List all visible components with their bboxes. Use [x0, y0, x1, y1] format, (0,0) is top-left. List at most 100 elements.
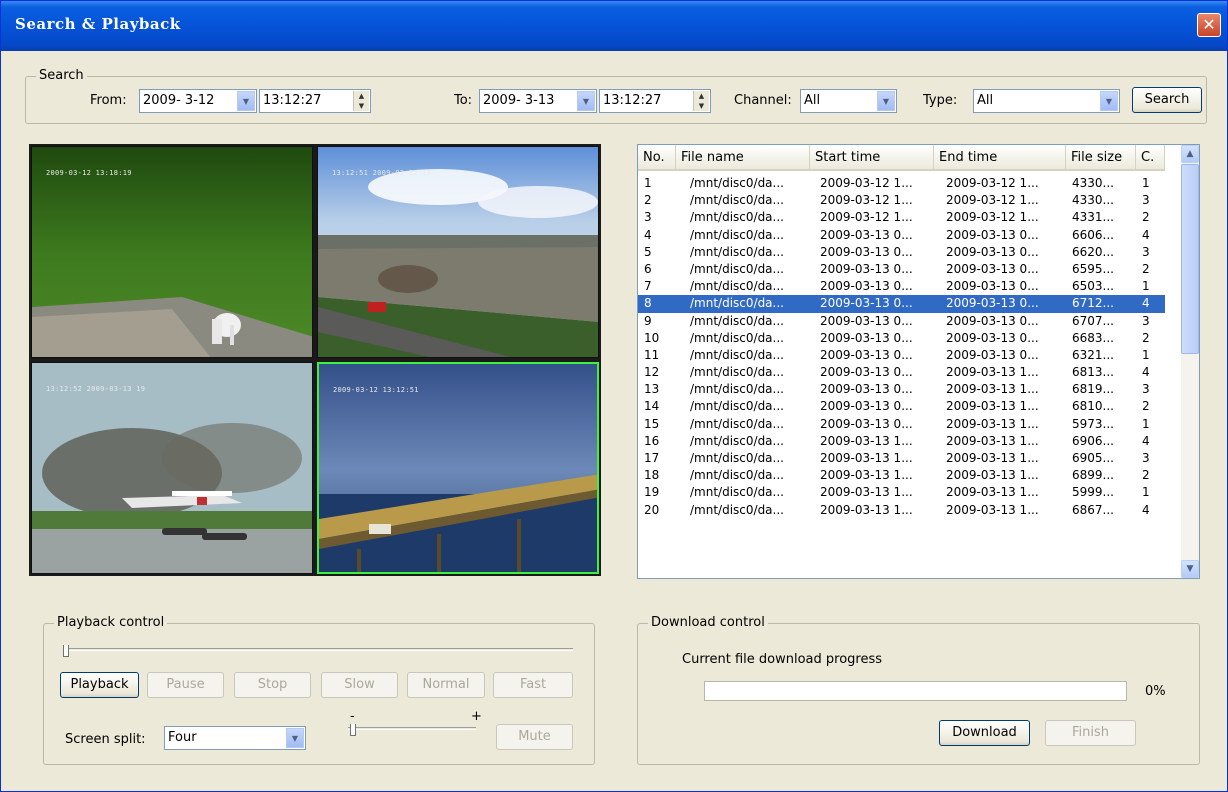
- table-cell: 6899...: [1072, 468, 1114, 483]
- table-cell: /mnt/disc0/da...: [690, 399, 784, 414]
- channel-select[interactable]: All ▼: [800, 89, 897, 113]
- fast-button[interactable]: Fast: [493, 672, 573, 698]
- table-row[interactable]: 9/mnt/disc0/da... 2009-03-13 0... 2009-03-…: [638, 313, 1165, 330]
- title-bar[interactable]: Search & Playback ✕: [1, 1, 1227, 51]
- table-row[interactable]: 20/mnt/disc0/da... 2009-03-13 1... 2009-03…: [638, 502, 1165, 519]
- video-preview-grid[interactable]: 2009-03-12 13:18:19 13:12:51 2009-03-12 …: [29, 144, 601, 576]
- table-row[interactable]: 5/mnt/disc0/da... 2009-03-13 0... 2009-03-…: [638, 244, 1165, 261]
- table-row[interactable]: 15/mnt/disc0/da... 2009-03-13 0... 2009-03…: [638, 416, 1165, 433]
- playback-button[interactable]: Playback: [60, 672, 139, 698]
- table-cell: /mnt/disc0/da...: [690, 313, 784, 328]
- video-tile-4[interactable]: 2009-03-12 13:12:51: [317, 362, 599, 574]
- chevron-down-icon[interactable]: ▼: [1181, 560, 1199, 578]
- table-cell: /mnt/disc0/da...: [690, 451, 784, 465]
- table-cell: 4: [1142, 227, 1150, 242]
- chevron-down-icon[interactable]: ▼: [286, 728, 304, 748]
- column-start-time[interactable]: Start time: [810, 145, 934, 171]
- table-row[interactable]: 7/mnt/disc0/da... 2009-03-13 0... 2009-03-…: [638, 278, 1165, 295]
- table-cell: 2009-03-13 0...: [820, 330, 913, 345]
- video-tile-3[interactable]: 13:12:52 2009-03-13 19: [31, 362, 313, 574]
- normal-button[interactable]: Normal: [407, 672, 485, 698]
- to-date-picker[interactable]: 2009- 3-13 ▼: [479, 89, 597, 113]
- table-row[interactable]: 14/mnt/disc0/da... 2009-03-13 0... 2009-03…: [638, 398, 1165, 415]
- column-channel[interactable]: C.: [1136, 145, 1165, 171]
- mute-button[interactable]: Mute: [496, 724, 573, 750]
- file-list-scrollbar[interactable]: ▲ ▼: [1181, 145, 1199, 578]
- table-row[interactable]: 1/mnt/disc0/da... 2009-03-12 1... 2009-03-…: [638, 175, 1165, 192]
- to-time-spin-buttons[interactable]: ▲ ▼: [693, 91, 709, 111]
- table-row[interactable]: 12/mnt/disc0/da... 2009-03-13 0... 2009-03…: [638, 364, 1165, 381]
- chevron-down-icon[interactable]: ▼: [877, 91, 895, 111]
- search-button[interactable]: Search: [1132, 87, 1202, 113]
- table-cell: 4: [1142, 296, 1150, 311]
- file-list[interactable]: No. File name Start time End time File s…: [637, 144, 1200, 579]
- table-row[interactable]: 10/mnt/disc0/da... 2009-03-13 0... 2009-03…: [638, 330, 1165, 347]
- table-row[interactable]: 3/mnt/disc0/da... 2009-03-12 1... 2009-03-…: [638, 209, 1165, 226]
- slow-button[interactable]: Slow: [321, 672, 398, 698]
- table-cell: 2009-03-13 1...: [946, 416, 1039, 431]
- table-row[interactable]: 2/mnt/disc0/da... 2009-03-12 1... 2009-03-…: [638, 192, 1165, 209]
- screen-split-select[interactable]: Four ▼: [164, 726, 306, 750]
- table-row[interactable]: 11/mnt/disc0/da... 2009-03-13 0... 2009-03…: [638, 347, 1165, 364]
- table-cell: 2009-03-13 0...: [946, 313, 1039, 328]
- to-time-spinner[interactable]: 13:12:27 ▲ ▼: [599, 89, 711, 113]
- table-row[interactable]: 8/mnt/disc0/da... 2009-03-13 0... 2009-03-…: [638, 295, 1165, 313]
- volume-plus-label: +: [471, 709, 482, 724]
- table-cell: 2009-03-13 0...: [946, 330, 1039, 345]
- table-row[interactable]: 16/mnt/disc0/da... 2009-03-13 1... 2009-03…: [638, 433, 1165, 450]
- table-row[interactable]: 19/mnt/disc0/da... 2009-03-13 1... 2009-03…: [638, 484, 1165, 501]
- table-cell: 2009-03-13 0...: [820, 416, 913, 431]
- video-tile-2[interactable]: 13:12:51 2009-03-12 19: [317, 146, 599, 358]
- from-time-spin-buttons[interactable]: ▲ ▼: [353, 91, 369, 111]
- table-row[interactable]: 18/mnt/disc0/da... 2009-03-13 1... 2009-03…: [638, 467, 1165, 484]
- table-cell: /mnt/disc0/da...: [690, 502, 784, 517]
- table-cell: /mnt/disc0/da...: [690, 330, 784, 345]
- table-row[interactable]: 17/mnt/disc0/da... 2009-03-13 1... 2009-03…: [638, 450, 1165, 467]
- chevron-down-icon[interactable]: ▼: [577, 91, 595, 111]
- table-cell: 2009-03-13 0...: [946, 261, 1039, 276]
- volume-track[interactable]: [348, 727, 476, 730]
- playback-position-thumb[interactable]: [63, 645, 69, 657]
- search-legend: Search: [36, 68, 87, 83]
- table-row[interactable]: 13/mnt/disc0/da... 2009-03-13 0... 2009-03…: [638, 381, 1165, 398]
- table-cell: 14: [644, 399, 660, 414]
- table-cell: /mnt/disc0/da...: [690, 296, 784, 311]
- download-button[interactable]: Download: [939, 720, 1030, 746]
- playback-position-track[interactable]: [63, 648, 573, 651]
- table-cell: /mnt/disc0/da...: [690, 433, 784, 448]
- chevron-down-icon[interactable]: ▼: [237, 91, 255, 111]
- finish-button[interactable]: Finish: [1045, 720, 1136, 746]
- tile-2-timestamp: 13:12:51 2009-03-12 19: [332, 169, 432, 177]
- table-cell: /mnt/disc0/da...: [690, 382, 784, 397]
- column-end-time[interactable]: End time: [934, 145, 1066, 171]
- table-row[interactable]: 6/mnt/disc0/da... 2009-03-13 0... 2009-03-…: [638, 261, 1165, 278]
- from-time-spinner[interactable]: 13:12:27 ▲ ▼: [259, 89, 371, 113]
- table-cell: 6: [644, 261, 652, 276]
- from-date-picker[interactable]: 2009- 3-12 ▼: [139, 89, 257, 113]
- pause-button[interactable]: Pause: [147, 672, 224, 698]
- channel-value: All: [804, 93, 821, 108]
- table-cell: 2009-03-13 1...: [946, 433, 1039, 448]
- table-cell: 6712...: [1072, 296, 1114, 311]
- scrollbar-thumb[interactable]: [1181, 164, 1199, 354]
- column-file-size[interactable]: File size: [1066, 145, 1136, 171]
- table-cell: 2009-03-12 1...: [820, 193, 913, 208]
- video-tile-1[interactable]: 2009-03-12 13:18:19: [31, 146, 313, 358]
- stop-button[interactable]: Stop: [234, 672, 311, 698]
- table-cell: 2009-03-13 1...: [946, 382, 1039, 397]
- chevron-down-icon[interactable]: ▼: [1100, 91, 1118, 111]
- type-select[interactable]: All ▼: [973, 89, 1120, 113]
- table-cell: /mnt/disc0/da...: [690, 261, 784, 276]
- table-row[interactable]: 4/mnt/disc0/da... 2009-03-13 0... 2009-03-…: [638, 227, 1165, 244]
- volume-thumb[interactable]: [350, 724, 356, 736]
- table-cell: /mnt/disc0/da...: [690, 244, 784, 259]
- spin-down-icon[interactable]: ▼: [354, 101, 369, 111]
- spin-up-icon[interactable]: ▲: [694, 91, 709, 101]
- close-icon[interactable]: ✕: [1197, 13, 1221, 37]
- chevron-up-icon[interactable]: ▲: [1181, 145, 1199, 163]
- spin-down-icon[interactable]: ▼: [694, 101, 709, 111]
- column-no[interactable]: No.: [638, 145, 676, 171]
- column-file-name[interactable]: File name: [676, 145, 810, 171]
- video-frame-river: [318, 147, 598, 357]
- spin-up-icon[interactable]: ▲: [354, 91, 369, 101]
